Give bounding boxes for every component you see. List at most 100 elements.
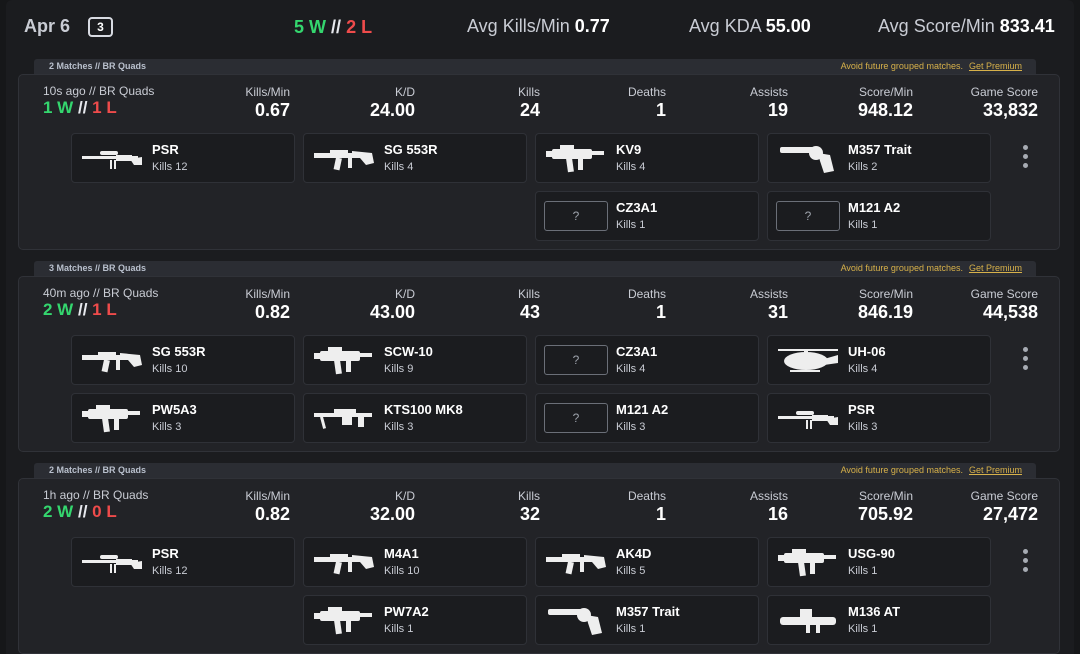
more-options-icon[interactable] [1019,145,1031,173]
weapon-name: KTS100 MK8 [384,402,463,417]
weapon-card[interactable]: SCW-10 Kills 9 [303,335,527,385]
unknown-weapon-icon: ? [776,201,840,231]
weapon-card[interactable]: ? M121 A2 Kills 1 [767,191,991,241]
weapon-card[interactable]: PSR Kills 12 [71,537,295,587]
weapon-name: PW7A2 [384,604,429,619]
weapon-kills: Kills 12 [152,565,187,577]
stat-label: Score/Min [858,489,913,503]
sniper-rifle-icon [776,401,840,435]
group-title: 2 Matches // BR Quads [49,61,147,71]
stat-score: Game Score 44,538 [971,287,1038,323]
weapon-card[interactable]: KTS100 MK8 Kills 3 [303,393,527,443]
weapon-card[interactable]: M136 AT Kills 1 [767,595,991,645]
stat-kd: K/D 43.00 [370,287,415,323]
weapon-card[interactable]: SG 553R Kills 4 [303,133,527,183]
weapon-kill-count: 10 [175,363,188,375]
weapon-name: PSR [152,142,179,157]
stat-label: K/D [394,287,415,301]
summary-avg-kda-value: 55.00 [765,16,811,36]
weapon-card[interactable]: PW7A2 Kills 1 [303,595,527,645]
weapon-kill-count: 1 [407,623,414,635]
stat-kpm: Kills/Min 0.67 [245,85,290,121]
stat-value: 33,832 [982,100,1038,120]
assault-rifle-icon [544,545,608,579]
weapon-kills: Kills 4 [616,161,645,173]
premium-promo: Avoid future grouped matches. Get Premium [841,61,1022,71]
kills-prefix: Kills [848,565,869,577]
summary-avg-spm-value: 833.41 [999,16,1055,36]
weapon-kills: Kills 3 [152,421,181,433]
assault-rifle-icon [80,343,144,377]
weapon-kill-count: 3 [871,421,878,433]
weapon-card[interactable]: AK4D Kills 5 [535,537,759,587]
weapon-kills: Kills 1 [616,219,645,231]
weapon-card[interactable]: PSR Kills 12 [71,133,295,183]
weapon-kills: Kills 9 [384,363,413,375]
weapon-card[interactable]: SG 553R Kills 10 [71,335,295,385]
stat-label: Game Score [970,85,1038,99]
weapon-kills: Kills 3 [384,421,413,433]
more-options-icon[interactable] [1019,347,1031,375]
weapon-card[interactable]: ? M121 A2 Kills 3 [535,393,759,443]
match-card[interactable]: 1h ago // BR Quads 2 W // 0 L Kills/Min 0.8… [18,478,1060,654]
weapon-name: M136 AT [848,604,901,619]
stat-value: 16 [767,504,788,524]
stat-value: 27,472 [982,504,1038,524]
get-premium-link[interactable]: Get Premium [969,61,1022,71]
weapon-card[interactable]: M357 Trait Kills 2 [767,133,991,183]
stat-value: 0.67 [254,100,290,120]
stat-label: Deaths [627,287,666,301]
weapon-kills: Kills 3 [616,421,645,433]
weapon-card[interactable]: USG-90 Kills 1 [767,537,991,587]
result-losses: 1 L [92,98,117,117]
weapon-card[interactable]: KV9 Kills 4 [535,133,759,183]
smg-icon [80,401,144,435]
kills-prefix: Kills [384,623,405,635]
weapon-card[interactable]: PSR Kills 3 [767,393,991,443]
promo-text: Avoid future grouped matches. [840,263,963,273]
weapon-card[interactable]: PW5A3 Kills 3 [71,393,295,443]
weapon-kills: Kills 10 [152,363,187,375]
kills-prefix: Kills [848,219,869,231]
weapon-kill-count: 1 [871,623,878,635]
weapon-kills: Kills 3 [848,421,877,433]
stat-assists: Assists 16 [750,489,788,525]
result-losses: 1 L [92,300,117,319]
stat-spm: Score/Min 705.92 [858,489,913,525]
stat-value: 24 [519,100,540,120]
weapon-name: M121 A2 [848,200,901,215]
weapon-card[interactable]: ? CZ3A1 Kills 4 [535,335,759,385]
unknown-weapon-icon: ? [544,403,608,433]
match-card[interactable]: 40m ago // BR Quads 2 W // 1 L Kills/Min 0.… [18,276,1060,452]
kills-prefix: Kills [616,565,637,577]
stat-deaths: Deaths 1 [628,287,666,323]
get-premium-link[interactable]: Get Premium [969,263,1022,273]
weapon-kill-count: 1 [871,219,878,231]
more-options-icon[interactable] [1019,549,1031,577]
stat-kpm: Kills/Min 0.82 [245,287,290,323]
stat-value: 32.00 [369,504,415,524]
smg-icon [776,545,840,579]
stat-kills: Kills 24 [518,85,540,121]
weapon-name: PSR [848,402,875,417]
kills-prefix: Kills [616,421,637,433]
weapon-kill-count: 4 [639,363,646,375]
kills-prefix: Kills [616,161,637,173]
weapon-name: PW5A3 [152,402,197,417]
weapon-name: M4A1 [384,546,419,561]
match-card[interactable]: 10s ago // BR Quads 1 W // 1 L Kills/Min 0.… [18,74,1060,250]
stat-label: Game Score [970,489,1038,503]
get-premium-link[interactable]: Get Premium [969,465,1022,475]
stat-kd: K/D 32.00 [370,489,415,525]
assault-rifle-icon [312,545,376,579]
stat-value: 44,538 [982,302,1038,322]
group-header: 3 Matches // BR Quads Avoid future groupe… [34,261,1036,277]
stat-value: 1 [655,504,666,524]
weapon-card[interactable]: M4A1 Kills 10 [303,537,527,587]
result-separator: // [77,300,88,319]
weapon-name: CZ3A1 [616,344,658,359]
weapon-card[interactable]: ? CZ3A1 Kills 1 [535,191,759,241]
weapon-card[interactable]: M357 Trait Kills 1 [535,595,759,645]
weapon-kill-count: 5 [639,565,646,577]
weapon-card[interactable]: UH-06 Kills 4 [767,335,991,385]
